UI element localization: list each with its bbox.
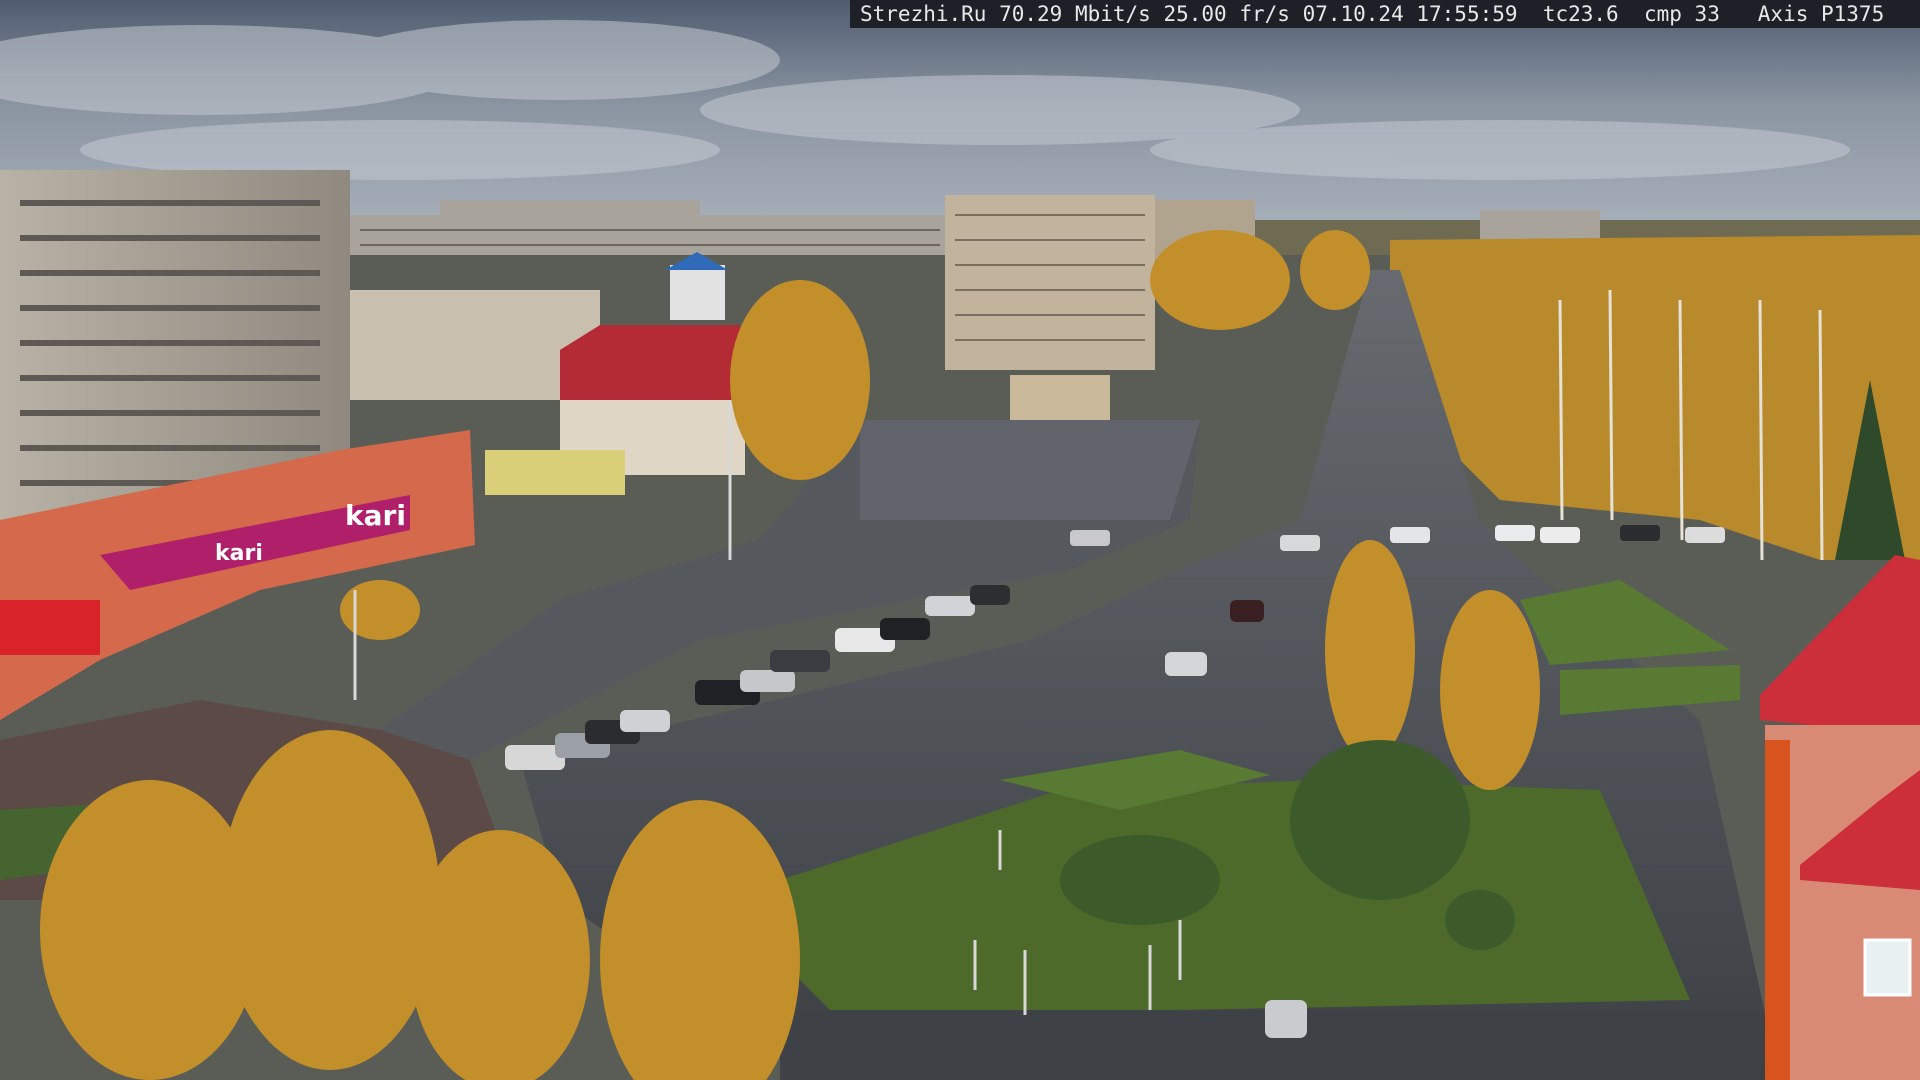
overlay-date: 07.10.24	[1302, 2, 1404, 26]
central-tall-building	[945, 195, 1155, 370]
overlay-site: Strezhi.Ru	[860, 2, 987, 26]
upper-square	[860, 420, 1200, 520]
overlay-cmp: cmp 33	[1643, 2, 1720, 26]
red-roof-building	[560, 325, 745, 400]
blue-roof-tower	[670, 265, 725, 320]
overlay-time: 17:55:59	[1416, 2, 1518, 26]
green-roof-kiosk	[485, 450, 625, 495]
camera-frame: kari kari	[0, 0, 1920, 1080]
overlay-bitrate: 70.29 Mbit/s	[999, 2, 1151, 26]
red-building-sign	[1765, 740, 1790, 1080]
overlay-tc: tc23.6	[1542, 2, 1619, 26]
store-red-panel	[0, 600, 100, 655]
overlay-framerate: 25.00 fr/s	[1163, 2, 1290, 26]
store-sign: kari	[345, 499, 406, 532]
camera-info-overlay: Strezhi.Ru 70.29 Mbit/s 25.00 fr/s 07.10…	[850, 0, 1920, 28]
store-sign-secondary: kari	[215, 541, 263, 566]
overlay-camera-model: Axis P1375	[1757, 2, 1885, 26]
small-pavilion	[1010, 375, 1110, 420]
red-building-window	[1863, 938, 1912, 997]
